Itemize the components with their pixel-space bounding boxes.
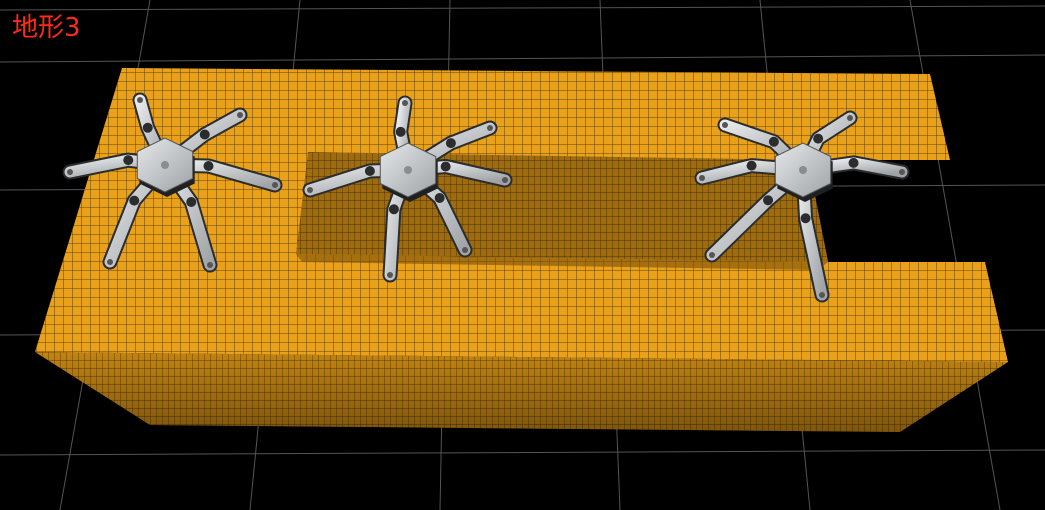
terrain-block: [35, 68, 1008, 432]
simulation-viewport: 地形3: [0, 0, 1045, 510]
terrain-caption: 地形3: [12, 13, 81, 43]
